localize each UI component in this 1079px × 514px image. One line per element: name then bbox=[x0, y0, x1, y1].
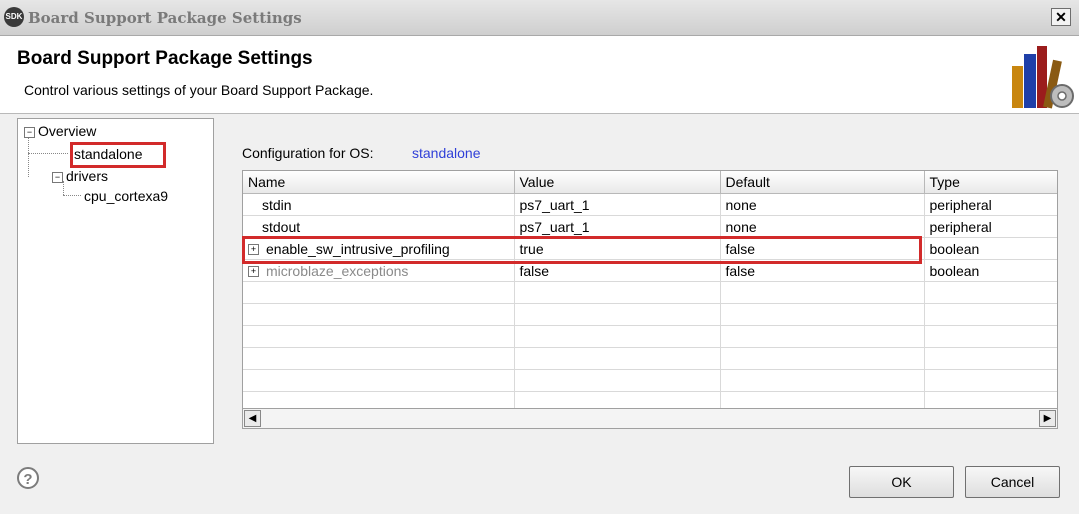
table-row[interactable]: + microblaze_exceptions false false boole… bbox=[243, 259, 1057, 282]
config-os-row: Configuration for OS: standalone bbox=[242, 145, 481, 161]
expand-icon[interactable]: + bbox=[248, 266, 259, 278]
collapse-icon[interactable]: − bbox=[24, 126, 35, 138]
cell-value[interactable]: ps7_uart_1 bbox=[514, 193, 721, 216]
empty-row bbox=[243, 303, 1057, 326]
cell-type: boolean bbox=[924, 237, 1057, 260]
scroll-right-icon[interactable]: ▶ bbox=[1039, 410, 1056, 427]
empty-row bbox=[243, 281, 1057, 304]
sdk-app-icon: SDK bbox=[4, 7, 24, 27]
config-os-label: Configuration for OS: bbox=[242, 145, 374, 161]
cell-type: peripheral bbox=[924, 193, 1057, 216]
empty-row bbox=[243, 369, 1057, 392]
table-header-row: Name Value Default Type bbox=[243, 171, 1057, 194]
column-header-type[interactable]: Type bbox=[924, 171, 1057, 194]
cell-default: none bbox=[720, 193, 925, 216]
dialog-header: Board Support Package Settings Control v… bbox=[0, 36, 1079, 114]
cell-name: + enable_sw_intrusive_profiling bbox=[243, 237, 515, 260]
cell-type: boolean bbox=[924, 259, 1057, 282]
table-row[interactable]: stdin ps7_uart_1 none peripheral bbox=[243, 193, 1057, 216]
column-header-default[interactable]: Default bbox=[720, 171, 925, 194]
cell-default: false bbox=[720, 237, 925, 260]
cell-default: false bbox=[720, 259, 925, 282]
column-header-name[interactable]: Name bbox=[243, 171, 515, 194]
column-header-value[interactable]: Value bbox=[514, 171, 721, 194]
tree-item-label: Overview bbox=[38, 123, 97, 139]
selection-highlight bbox=[70, 142, 166, 168]
cell-default: none bbox=[720, 215, 925, 238]
scrollbar-thumb[interactable] bbox=[262, 411, 1037, 426]
books-gear-icon bbox=[1012, 46, 1074, 109]
cell-type: peripheral bbox=[924, 215, 1057, 238]
empty-row bbox=[243, 347, 1057, 370]
header-description: Control various settings of your Board S… bbox=[24, 82, 374, 98]
cell-name-text: enable_sw_intrusive_profiling bbox=[266, 240, 450, 257]
cell-value[interactable]: ps7_uart_1 bbox=[514, 215, 721, 238]
close-icon[interactable]: ✕ bbox=[1051, 8, 1071, 26]
horizontal-scrollbar[interactable]: ◀ ▶ bbox=[242, 409, 1058, 429]
cell-name: stdout bbox=[243, 215, 515, 238]
settings-table[interactable]: Name Value Default Type stdin ps7_uart_1… bbox=[242, 170, 1058, 409]
collapse-icon[interactable]: − bbox=[52, 171, 63, 183]
settings-tree[interactable]: − Overview standalone − drivers cpu_cortex… bbox=[17, 118, 214, 444]
tree-item-cpu-cortexa9[interactable]: cpu_cortexa9 bbox=[84, 188, 168, 204]
expand-icon[interactable]: + bbox=[248, 244, 259, 256]
ok-button[interactable]: OK bbox=[849, 466, 954, 498]
empty-row bbox=[243, 325, 1057, 348]
table-row[interactable]: stdout ps7_uart_1 none peripheral bbox=[243, 215, 1057, 238]
tree-item-overview[interactable]: − Overview bbox=[24, 123, 96, 139]
cell-name: stdin bbox=[243, 193, 515, 216]
window-title: Board Support Package Settings bbox=[28, 9, 302, 27]
title-bar: SDK Board Support Package Settings ✕ bbox=[0, 0, 1079, 36]
cell-name: + microblaze_exceptions bbox=[243, 259, 515, 282]
tree-item-label: cpu_cortexa9 bbox=[84, 188, 169, 204]
help-icon[interactable]: ? bbox=[17, 467, 39, 489]
tree-item-label: drivers bbox=[66, 168, 109, 184]
cancel-button[interactable]: Cancel bbox=[965, 466, 1060, 498]
config-os-value: standalone bbox=[412, 145, 481, 161]
cell-value[interactable]: true bbox=[514, 237, 721, 260]
scroll-left-icon[interactable]: ◀ bbox=[244, 410, 261, 427]
header-title: Board Support Package Settings bbox=[17, 48, 313, 69]
empty-row bbox=[243, 391, 1057, 408]
tree-item-drivers[interactable]: − drivers bbox=[52, 168, 108, 184]
cell-value[interactable]: false bbox=[514, 259, 721, 282]
cell-name-text: microblaze_exceptions bbox=[266, 262, 409, 279]
table-row[interactable]: + enable_sw_intrusive_profiling true fals… bbox=[243, 237, 1057, 260]
